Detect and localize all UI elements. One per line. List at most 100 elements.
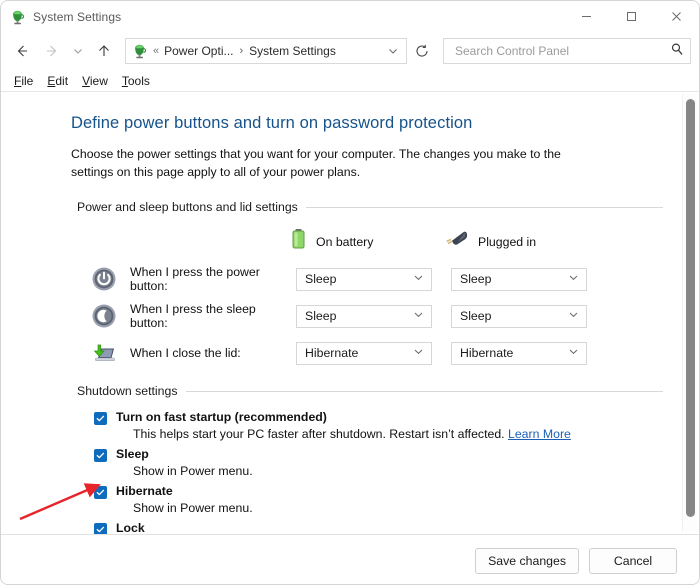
- dropdown-power-button-on-battery[interactable]: Sleep: [296, 267, 432, 291]
- setting-label-power-button: When I press the power button:: [130, 265, 260, 293]
- menu-bar: File Edit View Tools: [1, 70, 699, 92]
- breadcrumb-control-panel-icon: [132, 43, 148, 59]
- checkbox-row-hibernate[interactable]: Hibernate: [77, 484, 669, 499]
- column-label-on-battery: On battery: [316, 234, 374, 249]
- learn-more-link[interactable]: Learn More: [508, 427, 571, 441]
- checkbox-label-hibernate: Hibernate: [116, 484, 173, 498]
- minimize-button[interactable]: [564, 1, 609, 32]
- search-icon[interactable]: [670, 42, 684, 61]
- dropdown-value-sleep-button-on-battery: Sleep: [305, 309, 337, 323]
- chevron-down-icon: [413, 346, 424, 360]
- column-headers: On battery Plugged in: [71, 228, 669, 255]
- power-section-divider: [305, 206, 663, 208]
- setting-label-sleep-button: When I press the sleep button:: [130, 302, 256, 330]
- power-section-header: Power and sleep buttons and lid settings: [77, 200, 669, 214]
- forward-button[interactable]: [37, 36, 67, 66]
- dropdown-value-close-lid-plugged-in: Hibernate: [460, 346, 514, 360]
- dropdown-value-close-lid-on-battery: Hibernate: [305, 346, 359, 360]
- chevron-down-icon: [413, 272, 424, 286]
- dropdown-value-power-button-plugged-in: Sleep: [460, 272, 492, 286]
- checkbox-sub-hibernate: Show in Power menu.: [133, 501, 253, 515]
- dropdown-close-lid-plugged-in[interactable]: Hibernate: [451, 341, 587, 365]
- menu-item-file[interactable]: File: [7, 72, 40, 90]
- fast-startup-checkbox[interactable]: [94, 412, 107, 425]
- column-header-on-battery: On battery: [290, 228, 445, 255]
- laptop-lid-icon: [91, 340, 117, 366]
- up-button[interactable]: [89, 36, 119, 66]
- setting-row-close-lid: When I close the lid: Hibernate Hibernat…: [71, 340, 669, 366]
- page-description: Choose the power settings that you want …: [71, 147, 561, 179]
- chevron-down-icon: [568, 272, 579, 286]
- close-button[interactable]: [654, 1, 699, 32]
- content-area: Define power buttons and turn on passwor…: [1, 92, 699, 534]
- power-button-icon: [91, 266, 117, 292]
- shutdown-section-divider: [185, 390, 663, 392]
- chevron-down-icon: [568, 346, 579, 360]
- dropdown-value-power-button-on-battery: Sleep: [305, 272, 337, 286]
- menu-label-edit: dit: [55, 73, 69, 88]
- lock-checkbox[interactable]: [94, 523, 107, 534]
- search-box[interactable]: [443, 38, 691, 64]
- menu-item-edit[interactable]: Edit: [40, 72, 75, 90]
- search-input[interactable]: [453, 43, 670, 59]
- checkbox-label-lock: Lock: [116, 521, 145, 534]
- system-settings-window: System Settings « Power Opti... › System…: [0, 0, 700, 585]
- checkbox-row-sleep[interactable]: Sleep: [77, 447, 669, 462]
- shutdown-section-header: Shutdown settings: [77, 384, 669, 398]
- breadcrumb-separator-icon: ›: [239, 45, 244, 57]
- refresh-button[interactable]: [409, 38, 435, 64]
- dropdown-sleep-button-plugged-in[interactable]: Sleep: [451, 304, 587, 328]
- shutdown-options-list: Turn on fast startup (recommended) This …: [77, 410, 669, 534]
- maximize-button[interactable]: [609, 1, 654, 32]
- title-bar: System Settings: [1, 1, 699, 32]
- shutdown-section-label: Shutdown settings: [77, 384, 178, 398]
- window-title: System Settings: [33, 9, 122, 24]
- menu-item-tools[interactable]: Tools: [115, 72, 157, 90]
- footer-bar: Save changes Cancel: [1, 534, 699, 584]
- setting-row-sleep-button: When I press the sleep button: Sleep Sle…: [71, 302, 669, 330]
- column-header-plugged-in: Plugged in: [445, 229, 600, 254]
- hibernate-checkbox[interactable]: [94, 486, 107, 499]
- menu-label-file: ile: [21, 73, 34, 88]
- dropdown-sleep-button-on-battery[interactable]: Sleep: [296, 304, 432, 328]
- page-title: Define power buttons and turn on passwor…: [71, 114, 473, 132]
- navigation-bar: « Power Opti... › System Settings: [1, 32, 699, 70]
- breadcrumb-segment-power-options[interactable]: Power Opti...: [164, 44, 233, 58]
- menu-item-view[interactable]: View: [75, 72, 115, 90]
- setting-label-close-lid: When I close the lid:: [130, 346, 241, 360]
- menu-accesskey-view: V: [82, 73, 90, 88]
- back-button[interactable]: [7, 36, 37, 66]
- checkbox-sub-fast-startup: This helps start your PC faster after sh…: [133, 427, 669, 441]
- recent-pages-chevron-down-icon[interactable]: [67, 36, 89, 66]
- breadcrumb-overflow[interactable]: «: [153, 45, 159, 57]
- window-controls: [564, 1, 699, 32]
- power-section-label: Power and sleep buttons and lid settings: [77, 200, 298, 214]
- chevron-down-icon: [413, 309, 424, 323]
- checkbox-row-fast-startup[interactable]: Turn on fast startup (recommended): [77, 410, 669, 425]
- checkbox-label-fast-startup: Turn on fast startup (recommended): [116, 410, 327, 424]
- checkbox-label-sleep: Sleep: [116, 447, 149, 461]
- address-bar[interactable]: « Power Opti... › System Settings: [125, 38, 407, 64]
- dropdown-power-button-plugged-in[interactable]: Sleep: [451, 267, 587, 291]
- address-dropdown-chevron-down-icon[interactable]: [380, 39, 406, 63]
- breadcrumb-segment-system-settings[interactable]: System Settings: [249, 44, 336, 58]
- sleep-checkbox[interactable]: [94, 449, 107, 462]
- column-label-plugged-in: Plugged in: [478, 234, 537, 249]
- sleep-button-icon: [91, 303, 117, 329]
- dropdown-value-sleep-button-plugged-in: Sleep: [460, 309, 492, 323]
- checkbox-sub-sleep: Show in Power menu.: [133, 464, 253, 478]
- fast-startup-description: This helps start your PC faster after sh…: [133, 427, 508, 441]
- chevron-down-icon: [568, 309, 579, 323]
- battery-icon: [290, 228, 307, 255]
- dropdown-close-lid-on-battery[interactable]: Hibernate: [296, 341, 432, 365]
- control-panel-icon: [10, 9, 26, 25]
- cancel-button[interactable]: Cancel: [589, 547, 677, 574]
- checkbox-row-lock[interactable]: Lock: [77, 521, 669, 534]
- save-changes-button[interactable]: Save changes: [475, 547, 579, 574]
- setting-row-power-button: When I press the power button: Sleep Sle…: [71, 265, 669, 293]
- power-plug-icon: [445, 229, 469, 254]
- vertical-scrollbar[interactable]: [682, 94, 697, 532]
- menu-label-tools: ools: [127, 73, 150, 88]
- scrollbar-thumb[interactable]: [686, 99, 695, 517]
- menu-label-view: iew: [89, 73, 108, 88]
